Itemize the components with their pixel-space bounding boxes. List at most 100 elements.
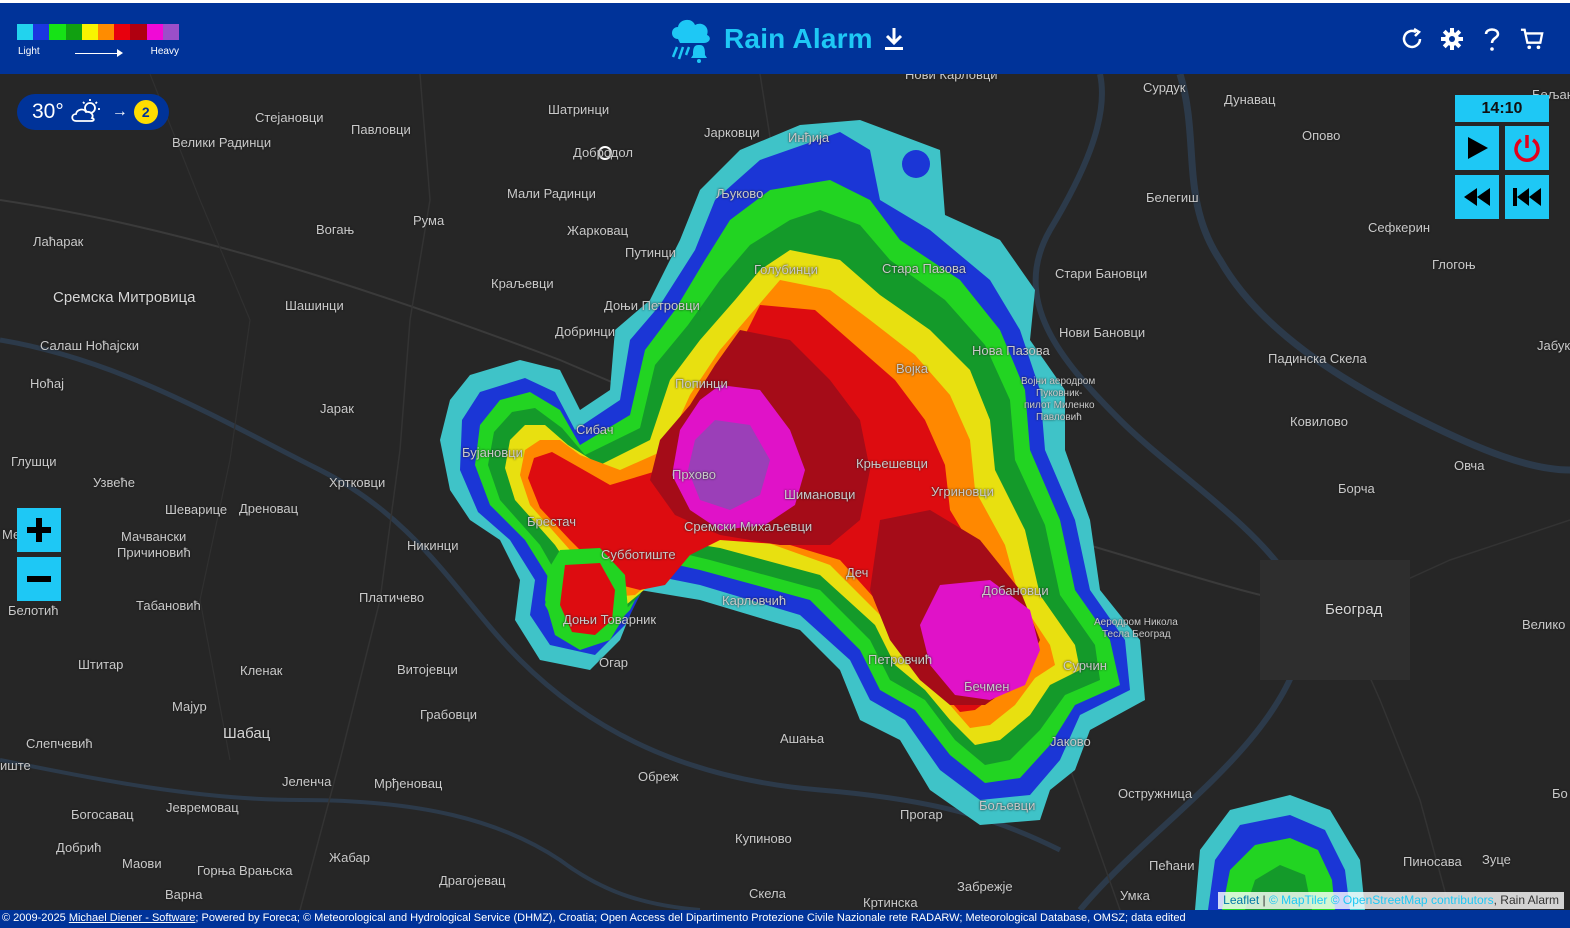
place-label: Мрђеновац (374, 776, 443, 791)
place-label: Прогар (900, 807, 943, 822)
map-attribution: Leaflet | © MapTiler © OpenStreetMap con… (1218, 892, 1564, 909)
place-label: Сремска Митровица (53, 289, 196, 306)
gear-icon (1441, 28, 1463, 50)
place-label: Скела (749, 886, 786, 901)
osm-link[interactable]: © OpenStreetMap contributors (1331, 893, 1494, 907)
place-label: Мали Радинци (507, 186, 596, 201)
place-label: Глушци (11, 454, 57, 469)
place-label: Брестач (527, 514, 577, 529)
place-label: Варна (165, 887, 203, 902)
place-label: Дунавац (1224, 92, 1276, 107)
place-label: Дреновац (239, 501, 299, 516)
zoom-out-button[interactable] (17, 557, 61, 601)
rewind-button[interactable] (1455, 175, 1499, 219)
place-label: Доњи Товарник (563, 612, 657, 627)
download-icon[interactable] (881, 24, 907, 54)
legend-swatch-2 (49, 24, 66, 40)
place-label: Пећани (1149, 858, 1195, 873)
place-label: Нови Бановци (1059, 325, 1146, 340)
place-label: Доњи Петровци (604, 298, 700, 313)
app-title: Rain Alarm (724, 23, 873, 54)
place-label: Жабар (329, 850, 370, 865)
place-label: Слепчевић (26, 736, 93, 751)
play-button[interactable] (1455, 126, 1499, 170)
place-label: пилот Миленко (1024, 400, 1095, 411)
radar-time-display: 14:10 (1455, 95, 1549, 122)
radar-echo-main (440, 120, 1145, 825)
place-label: Табановић (136, 598, 201, 613)
legend-swatch-6 (114, 24, 131, 40)
legend-heavy-label: Heavy (150, 46, 179, 57)
place-label: Добрић (56, 840, 102, 855)
rain-alarm-app: Нови КарловциСурдукДунавацБељансСтејанов… (0, 0, 1570, 928)
header-actions (1400, 25, 1544, 53)
place-label: Салаш Ноћајски (40, 338, 140, 353)
leaflet-link[interactable]: Leaflet (1223, 893, 1259, 907)
place-label: Крњешевци (856, 456, 928, 471)
intensity-legend: Light Heavy (17, 24, 180, 64)
legend-swatch-3 (65, 24, 82, 40)
zoom-in-button[interactable] (17, 508, 61, 552)
place-label: Велико (1522, 617, 1566, 632)
copyright-prefix: © 2009-2025 (2, 912, 69, 924)
place-label: Умка (1120, 888, 1150, 903)
place-label: Субботиште (601, 547, 676, 562)
place-label: Кртинска (863, 895, 918, 910)
cart-icon (1520, 28, 1544, 50)
help-icon (1484, 28, 1500, 51)
place-label: Овча (1454, 458, 1485, 473)
place-label: Узвеће (93, 475, 135, 490)
place-label: Хртковци (329, 475, 386, 490)
place-label: Остружница (1118, 786, 1193, 801)
place-label: Пуковник- (1036, 388, 1083, 399)
place-label: Ковилово (1290, 414, 1348, 429)
forecast-arrow-icon: → (111, 103, 128, 120)
radar-map[interactable]: Нови КарловциСурдукДунавацБељансСтејанов… (0, 74, 1570, 910)
place-label: Шатринци (548, 102, 610, 117)
legend-swatch-0 (17, 24, 34, 40)
place-label: Јарак (320, 401, 354, 416)
place-label: Сурчин (1063, 658, 1107, 673)
plus-icon (27, 518, 51, 542)
place-label: Витојевци (397, 662, 458, 677)
place-label: Љуково (716, 186, 764, 201)
place-label: Јарковци (704, 125, 760, 140)
data-sources-text: ; Powered by Foreca; © Meteorological an… (195, 912, 1186, 924)
place-label: Војка (896, 361, 928, 376)
settings-button[interactable] (1440, 25, 1464, 53)
place-label: Забрежје (957, 879, 1013, 894)
place-label: Војни аеродром (1021, 376, 1096, 387)
place-label: Мајур (172, 699, 207, 714)
place-label: Лаћарак (33, 234, 84, 249)
place-label: Причиновић (117, 545, 191, 560)
maptiler-link[interactable]: © MapTiler (1269, 893, 1327, 907)
place-label: Бољевци (979, 798, 1036, 813)
place-label: Обреж (638, 769, 679, 784)
legend-arrow-icon (75, 49, 123, 57)
skip-to-start-button[interactable] (1505, 175, 1549, 219)
place-label: Стејановци (255, 110, 324, 125)
place-label: Краљевци (491, 276, 554, 291)
brand[interactable]: Rain Alarm (666, 15, 907, 63)
place-label: Павловић (1036, 412, 1082, 423)
legend-light-label: Light (18, 46, 40, 57)
place-label: Штитар (78, 657, 124, 672)
warning-count-badge: 2 (133, 100, 158, 124)
place-label: Петровчић (868, 652, 933, 667)
refresh-button[interactable] (1400, 25, 1424, 53)
power-button[interactable] (1505, 126, 1549, 170)
author-link[interactable]: Michael Diener - Software (69, 912, 196, 924)
legend-swatch-1 (33, 24, 50, 40)
shop-button[interactable] (1520, 25, 1544, 53)
current-weather-pill[interactable]: 30° → 2 (17, 94, 169, 130)
place-label: Јеленча (282, 774, 332, 789)
place-label: Драгојевац (439, 873, 506, 888)
place-label: Никинци (407, 538, 459, 553)
place-label: Борча (1338, 481, 1375, 496)
place-label: Ашања (780, 731, 825, 746)
place-label: Аеродром Никола (1094, 617, 1178, 628)
place-label: иште (0, 758, 31, 773)
place-label: Купиново (735, 831, 792, 846)
help-button[interactable] (1480, 25, 1504, 53)
place-label: Београд (1325, 601, 1383, 618)
